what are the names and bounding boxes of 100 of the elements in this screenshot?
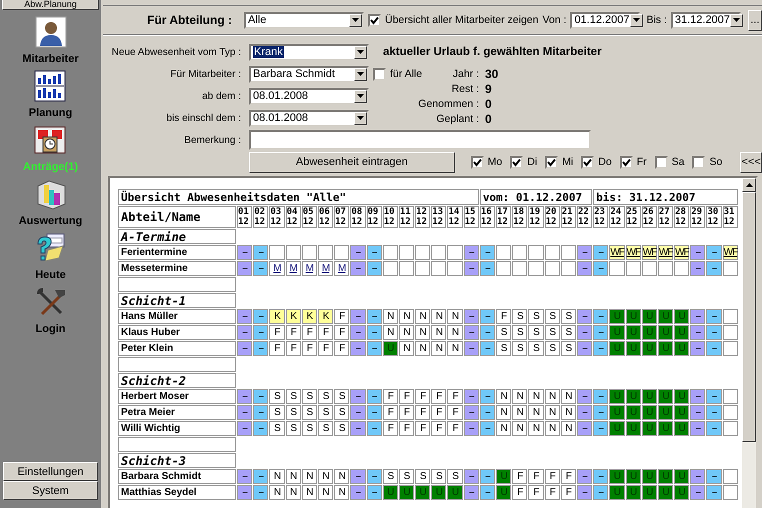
field-label: ab dem : (201, 90, 242, 102)
table-cell: -- (576, 245, 592, 260)
table-cell: -- (706, 485, 722, 500)
dropdown-field[interactable]: 08.01.2008 (249, 88, 369, 104)
tools-icon[interactable] (34, 286, 66, 318)
table-cell: -- (593, 421, 608, 436)
table-cell: U (658, 325, 674, 340)
remark-field[interactable] (249, 130, 591, 150)
checkbox[interactable] (510, 156, 524, 168)
dropdown-field[interactable]: Alle (244, 12, 364, 28)
dropdown-arrow-button[interactable] (630, 14, 642, 26)
scrollbar-thumb[interactable] (742, 192, 756, 442)
column-header: 20 12 (544, 206, 560, 228)
table-cell: -- (350, 389, 366, 404)
checkbox[interactable] (373, 68, 386, 80)
table-cell: U (674, 421, 690, 436)
3d-chart-icon[interactable] (34, 178, 66, 210)
row-header: Barbara Schmidt (118, 469, 236, 484)
table-cell: F (560, 469, 576, 484)
table-cell: -- (237, 261, 252, 276)
calendar-clock-icon[interactable] (34, 124, 66, 156)
column-header: 19 12 (528, 206, 544, 228)
table-cell: K (318, 309, 334, 324)
table-cell: S (318, 421, 334, 436)
checkbox[interactable] (470, 156, 484, 168)
dropdown-field[interactable]: 08.01.2008 (249, 110, 369, 126)
table-cell: -- (464, 245, 479, 260)
table-cell: -- (593, 309, 608, 324)
table-cell: N (415, 309, 430, 324)
scrollbar[interactable] (742, 178, 756, 508)
table-cell: S (269, 421, 285, 436)
sidebar-item[interactable]: Auswertung (18, 215, 82, 227)
table-cell: U (609, 341, 624, 356)
table-cell: N (269, 485, 285, 500)
checkbox[interactable] (545, 156, 558, 168)
table-cell: F (269, 341, 285, 356)
checkbox[interactable] (654, 156, 668, 168)
sidebar-item[interactable]: Planung (28, 107, 72, 119)
table-cell: -- (593, 245, 608, 260)
table-cell: F (269, 325, 285, 340)
sidebar-tab[interactable]: Abw.Planung (2, 0, 99, 10)
row-header: Peter Klein (118, 341, 236, 356)
submit-button[interactable]: Abwesenheit eintragen (249, 152, 455, 172)
table-cell: S (560, 309, 576, 324)
table-cell: -- (350, 421, 366, 436)
dropdown-field[interactable]: Barbara Schmidt (249, 66, 369, 82)
field-label: Von : (542, 14, 566, 26)
dropdown-field[interactable]: 01.12.2007 (570, 12, 640, 28)
date-range-start: vom: 01.12.2007 (480, 189, 592, 205)
table-cell: U (658, 421, 674, 436)
checkbox[interactable] (581, 156, 594, 168)
table-cell: N (334, 469, 350, 484)
help-window-icon[interactable] (34, 232, 66, 264)
dropdown-field[interactable]: 31.12.2007 (670, 12, 741, 28)
table-cell: N (447, 341, 463, 356)
person-icon[interactable] (34, 16, 66, 48)
table-cell: -- (576, 469, 592, 484)
table-cell: -- (366, 405, 382, 420)
more-button[interactable]: ... (748, 10, 762, 30)
dropdown-arrow-button[interactable] (354, 68, 367, 80)
table-cell: -- (464, 469, 479, 484)
bar-chart-icon[interactable] (34, 70, 66, 102)
table-cell: -- (690, 485, 706, 500)
table-cell: U (609, 469, 624, 484)
scroll-up-button[interactable] (742, 178, 756, 192)
sidebar-item[interactable]: Heute (35, 269, 66, 281)
checkbox-label: Sa (672, 156, 684, 168)
table-cell: N (512, 421, 528, 436)
dropdown-arrow-button[interactable] (354, 112, 367, 124)
table-cell: N (415, 325, 430, 340)
checkmark-icon (622, 158, 631, 166)
dropdown-field[interactable]: Krank (249, 44, 369, 60)
table-cell: S (415, 469, 430, 484)
table-cell: K (286, 309, 301, 324)
stat-value: 0 (485, 96, 492, 110)
dropdown-arrow-button[interactable] (730, 14, 743, 26)
row-header: Herbert Moser (118, 389, 236, 404)
table-cell: U (382, 485, 398, 500)
collapse-button[interactable]: <<< (740, 152, 762, 172)
table-cell: N (334, 485, 350, 500)
group-header: Schicht-3 (118, 453, 236, 468)
dropdown-arrow-button[interactable] (354, 90, 367, 102)
table-cell: -- (576, 325, 592, 340)
checkbox[interactable] (692, 156, 706, 168)
table-cell: U (674, 325, 690, 340)
section-title: aktueller Urlaub f. gewählten Mitarbeiter (383, 46, 602, 58)
checkbox[interactable] (368, 14, 381, 26)
table-cell: -- (350, 469, 366, 484)
column-header: 12 12 (415, 206, 430, 228)
sidebar-button[interactable]: Einstellungen (3, 462, 98, 481)
dropdown-arrow-button[interactable] (354, 46, 367, 58)
sidebar-item[interactable]: Login (36, 323, 66, 335)
field-label: Bemerkung : (183, 134, 242, 146)
table-cell: N (496, 405, 512, 420)
dropdown-arrow-button[interactable] (349, 14, 362, 26)
sidebar-item[interactable]: Mitarbeiter (22, 53, 79, 65)
table-cell: S (512, 325, 528, 340)
sidebar-button[interactable]: System (3, 481, 98, 500)
checkbox[interactable] (620, 156, 633, 168)
table-cell: -- (253, 389, 268, 404)
